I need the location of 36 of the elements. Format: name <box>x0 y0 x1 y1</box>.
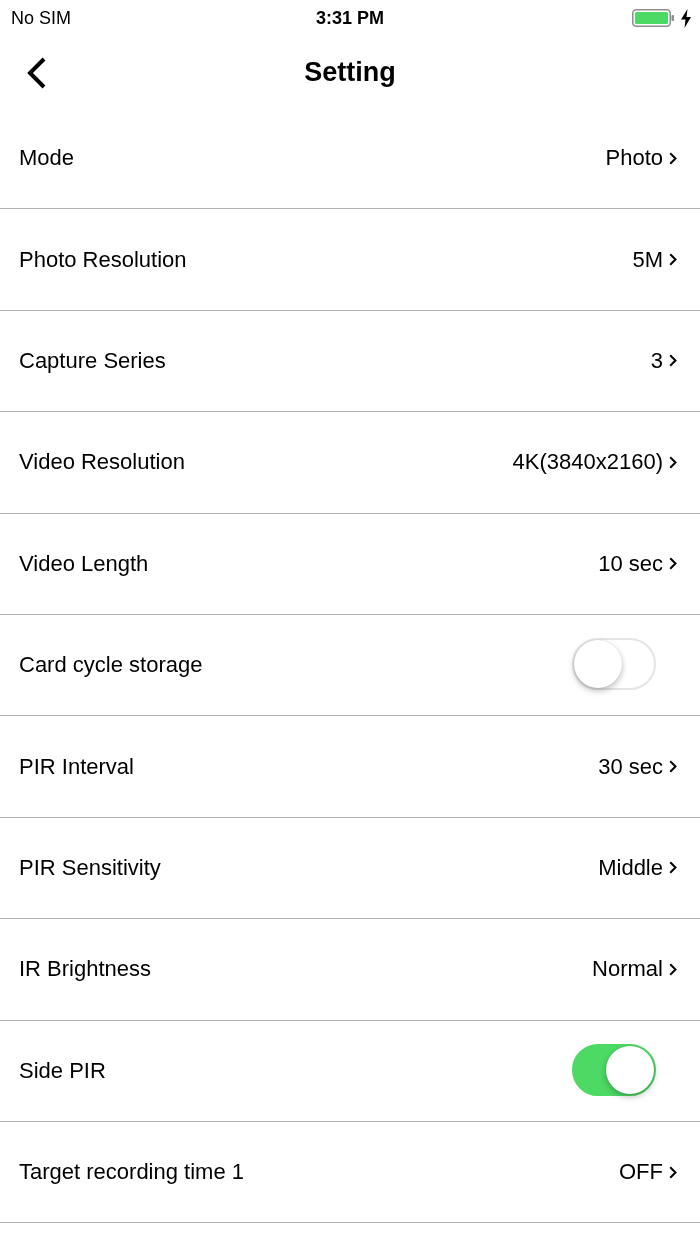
setting-value[interactable]: Normal <box>592 956 663 983</box>
setting-label: Card cycle storage <box>19 652 203 679</box>
setting-label: Mode <box>19 145 75 172</box>
carrier-text: No SIM <box>11 7 71 29</box>
battery-icon <box>632 9 674 27</box>
chevron-left-icon <box>27 57 47 89</box>
chevron-right-icon <box>669 962 677 976</box>
setting-value[interactable]: 10 sec <box>598 550 663 577</box>
setting-value[interactable]: 5M <box>632 246 663 273</box>
setting-value[interactable]: 30 sec <box>598 753 663 780</box>
chevron-right-icon <box>669 354 677 368</box>
setting-value[interactable]: OFF <box>619 1159 663 1186</box>
setting-value[interactable]: Middle <box>598 854 663 881</box>
chevron-right-icon <box>669 760 677 774</box>
chevron-right-icon <box>669 455 677 469</box>
setting-label: Capture Series <box>19 347 166 374</box>
chevron-right-icon <box>669 1165 677 1179</box>
chevron-right-icon <box>669 861 677 875</box>
setting-label: PIR Interval <box>19 753 134 780</box>
chevron-right-icon <box>669 151 677 165</box>
screen-title: Setting <box>304 56 396 88</box>
setting-label: Target recording time 1 <box>19 1159 244 1186</box>
setting-label: IR Brightness <box>19 956 152 983</box>
lightning-bolt-icon <box>681 8 691 28</box>
setting-value[interactable]: 4K(3840x2160) <box>512 449 663 476</box>
setting-value[interactable]: Photo <box>605 145 663 172</box>
setting-label: Video Length <box>19 550 149 577</box>
setting-value[interactable]: 3 <box>650 347 663 374</box>
setting-label: PIR Sensitivity <box>19 854 161 881</box>
time-text: 3:31 PM <box>316 7 384 29</box>
setting-label: Side PIR <box>19 1057 106 1084</box>
chevron-right-icon <box>669 253 677 267</box>
chevron-right-icon <box>669 557 677 571</box>
toggle-switch[interactable] <box>572 1043 656 1096</box>
setting-label: Video Resolution <box>19 449 185 476</box>
setting-label: Photo Resolution <box>19 246 187 273</box>
